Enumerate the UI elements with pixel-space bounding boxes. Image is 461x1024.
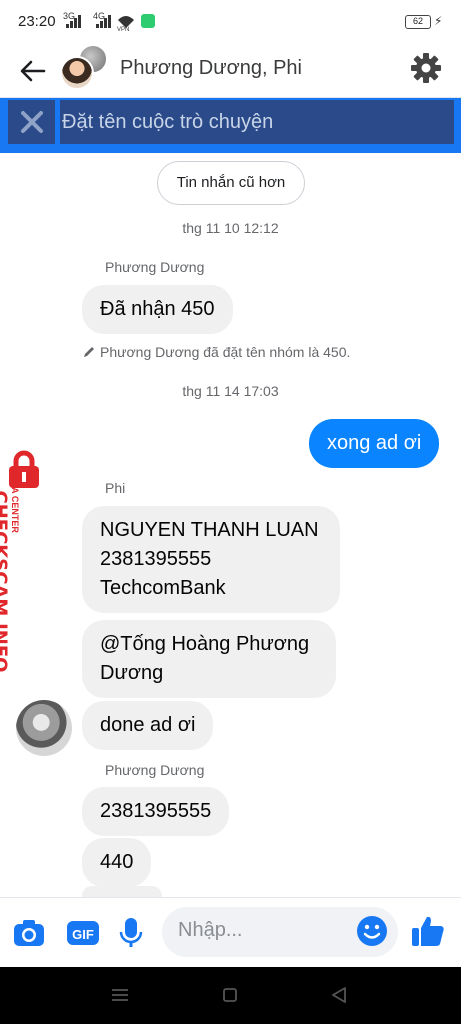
charging-icon: ⚡ [434,14,443,28]
emoji-icon[interactable] [356,915,388,947]
back-triangle-icon[interactable] [330,986,348,1004]
sender-name: Phương Dương [105,259,205,275]
message-bubble[interactable]: 2381395555 [82,787,230,836]
message-bubble[interactable]: Đã nhận 450 [82,285,233,334]
message-bubble[interactable]: done ad ơi [82,701,214,750]
message-input[interactable]: Nhập... [162,907,398,957]
close-rename-button[interactable] [8,100,55,144]
android-nav-bar [0,967,461,1024]
checkscam-watermark: DATA CENTER CHECKSCAM.INFO [0,450,56,675]
message-bubble[interactable]: NGUYEN THANH LUAN 2381395555 TechcomBank [82,506,340,613]
watermark-subtitle: DATA CENTER [10,470,20,533]
status-bar: 23:20 3G 4G VPN 62 ⚡ [0,0,461,44]
menu-icon[interactable] [110,987,130,1003]
rename-conversation-input[interactable]: Đặt tên cuộc trò chuyện [60,100,454,144]
thumbs-up-icon[interactable] [410,913,446,949]
older-messages-button[interactable]: Tin nhắn cũ hơn [157,161,305,205]
battery-icon: 62 [405,15,431,29]
conversation-header: Phương Dương, Phi [0,44,461,98]
message-line: @Tống Hoàng Phương [100,633,310,655]
system-message: Phương Dương đã đặt tên nhóm là 450. [82,344,350,360]
status-time: 23:20 [18,13,56,30]
microphone-icon[interactable] [114,916,148,950]
svg-text:GIF: GIF [72,927,94,942]
message-bubble[interactable]: @Tống Hoàng Phương Dương [82,620,336,698]
message-input-placeholder: Nhập... [178,919,243,941]
message-line: NGUYEN THANH LUAN [100,519,319,541]
message-line: Dương [100,662,164,684]
back-arrow-icon[interactable] [18,56,48,86]
message-line: TechcomBank [100,577,226,599]
composer-bar: GIF Nhập... [0,897,461,967]
signal-bars-2-icon [96,15,111,28]
system-message-text: Phương Dương đã đặt tên nhóm là 450. [100,344,351,360]
close-icon [20,111,43,133]
conversation-title[interactable]: Phương Dương, Phi [120,57,302,80]
camera-icon[interactable] [12,916,46,950]
pencil-icon [84,347,94,357]
timestamp: thg 11 10 12:12 [182,220,279,236]
timestamp: thg 11 14 17:03 [182,383,279,399]
signal-bars-1-icon [66,15,81,28]
settings-gear-icon[interactable] [410,52,442,84]
vpn-label: VPN [117,27,130,33]
rename-conversation-bar: Đặt tên cuộc trò chuyện [0,98,461,153]
sender-avatar[interactable] [16,700,72,756]
avatar-primary [60,56,94,90]
sender-name: Phi [105,480,126,496]
message-line: 2381395555 [100,548,212,570]
group-avatar[interactable] [60,44,110,94]
home-icon[interactable] [222,987,238,1003]
message-bubble[interactable]: 440 [82,838,152,887]
sender-name: Phương Dương [105,762,205,778]
notification-app-icon [141,14,155,28]
watermark-brand: CHECKSCAM.INFO [0,490,11,673]
outgoing-message-bubble[interactable]: xong ad ơi [309,419,440,468]
gif-icon[interactable]: GIF [66,916,100,950]
